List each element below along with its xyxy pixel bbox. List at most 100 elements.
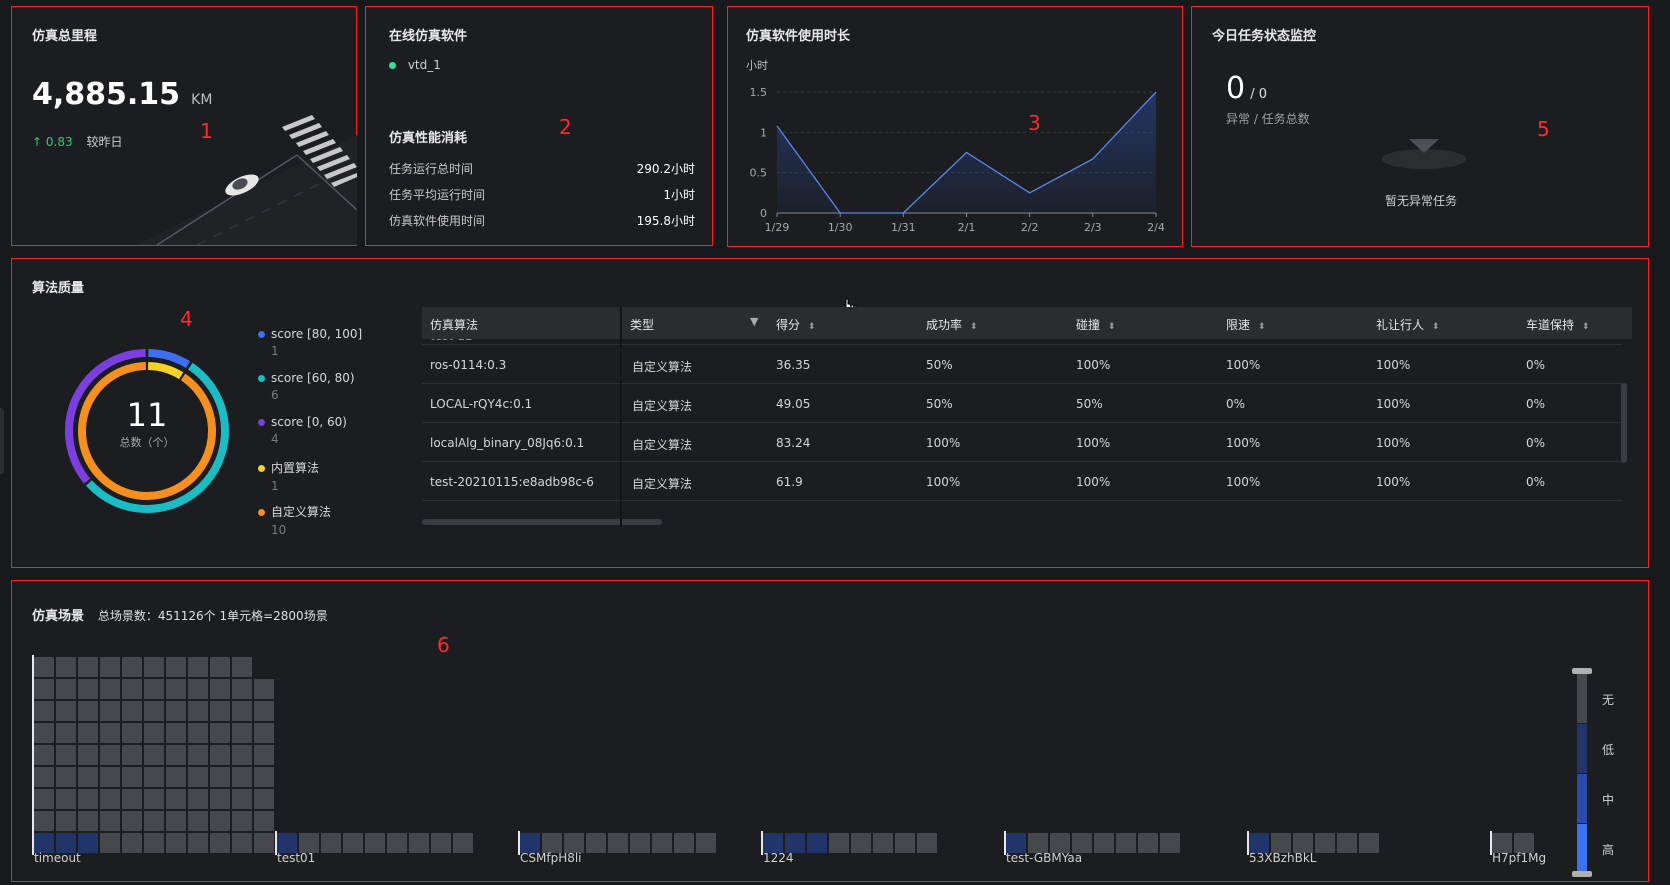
column-header-speed-limit[interactable]: 限速 ⬍ <box>1226 316 1265 333</box>
scene-cell[interactable] <box>166 811 186 831</box>
level-slider-handle-bottom[interactable] <box>1572 871 1592 877</box>
scene-cell[interactable] <box>34 789 54 809</box>
scene-cell[interactable] <box>343 833 363 853</box>
scene-cell[interactable] <box>122 701 142 721</box>
scene-cell[interactable] <box>166 745 186 765</box>
scene-cell[interactable] <box>1006 833 1026 853</box>
scene-cell[interactable] <box>1116 833 1136 853</box>
scene-cell[interactable] <box>100 767 120 787</box>
column-header-collision[interactable]: 碰撞 ⬍ <box>1076 316 1115 333</box>
scene-cell[interactable] <box>122 833 142 853</box>
sort-icon[interactable]: ⬍ <box>1432 322 1440 332</box>
scene-cell[interactable] <box>78 701 98 721</box>
scene-cell[interactable] <box>100 833 120 853</box>
scene-cell[interactable] <box>210 811 230 831</box>
scene-cell[interactable] <box>232 789 252 809</box>
scene-cell[interactable] <box>210 701 230 721</box>
scene-cell[interactable] <box>144 679 164 699</box>
column-header-algorithm[interactable]: 仿真算法 <box>430 316 478 333</box>
scene-cell[interactable] <box>34 745 54 765</box>
scene-cell[interactable] <box>431 833 451 853</box>
scene-cell[interactable] <box>232 723 252 743</box>
scene-cell[interactable] <box>56 701 76 721</box>
scene-cell[interactable] <box>254 811 274 831</box>
scene-cell[interactable] <box>210 767 230 787</box>
scene-cell[interactable] <box>210 745 230 765</box>
scene-cell[interactable] <box>254 745 274 765</box>
scene-cell[interactable] <box>1271 833 1291 853</box>
scene-cell[interactable] <box>166 833 186 853</box>
scene-cell[interactable] <box>78 657 98 677</box>
legend-item[interactable]: score [60, 80) 6 <box>258 371 362 415</box>
scene-cell[interactable] <box>78 767 98 787</box>
scene-cell[interactable] <box>1050 833 1070 853</box>
scene-cell[interactable] <box>1028 833 1048 853</box>
scene-cell[interactable] <box>78 679 98 699</box>
scene-cell[interactable] <box>122 745 142 765</box>
scene-cell[interactable] <box>166 723 186 743</box>
scene-cell[interactable] <box>1094 833 1114 853</box>
scene-cell[interactable] <box>873 833 893 853</box>
column-header-lane-keeping[interactable]: 车道保持 ⬍ <box>1526 316 1589 333</box>
scene-cell[interactable] <box>34 657 54 677</box>
scene-cell[interactable] <box>166 701 186 721</box>
scene-cell[interactable] <box>56 745 76 765</box>
scene-cell[interactable] <box>254 679 274 699</box>
scene-cell[interactable] <box>34 679 54 699</box>
scene-cell[interactable] <box>785 833 805 853</box>
scene-cell[interactable] <box>34 723 54 743</box>
scene-cell[interactable] <box>100 701 120 721</box>
scene-cell[interactable] <box>34 833 54 853</box>
scene-cell[interactable] <box>166 767 186 787</box>
scene-cell[interactable] <box>763 833 783 853</box>
sort-icon[interactable]: ⬍ <box>970 322 978 332</box>
scene-cell[interactable] <box>299 833 319 853</box>
scene-cell[interactable] <box>1492 833 1512 853</box>
scene-cell[interactable] <box>232 811 252 831</box>
scene-cell[interactable] <box>608 833 628 853</box>
column-header-success-rate[interactable]: 成功率 ⬍ <box>926 316 977 333</box>
scene-cell[interactable] <box>254 723 274 743</box>
scene-cell[interactable] <box>409 833 429 853</box>
scene-cell[interactable] <box>100 657 120 677</box>
vertical-scrollbar[interactable] <box>1621 383 1627 463</box>
scene-cell[interactable] <box>144 745 164 765</box>
scene-cell[interactable] <box>78 833 98 853</box>
scene-cell[interactable] <box>232 745 252 765</box>
sort-icon[interactable]: ⬍ <box>808 322 816 332</box>
scene-cell[interactable] <box>232 767 252 787</box>
scene-cell[interactable] <box>232 657 252 677</box>
scene-cell[interactable] <box>674 833 694 853</box>
scene-cell[interactable] <box>188 811 208 831</box>
scene-cell[interactable] <box>188 789 208 809</box>
scene-cell[interactable] <box>210 723 230 743</box>
scene-cell[interactable] <box>652 833 672 853</box>
scene-cell[interactable] <box>100 745 120 765</box>
scene-cell[interactable] <box>122 723 142 743</box>
scene-cell[interactable] <box>807 833 827 853</box>
scene-cell[interactable] <box>188 745 208 765</box>
scene-cell[interactable] <box>210 833 230 853</box>
scene-cell[interactable] <box>100 811 120 831</box>
scene-cell[interactable] <box>34 811 54 831</box>
scene-cell[interactable] <box>232 833 252 853</box>
scene-cell[interactable] <box>1138 833 1158 853</box>
side-tab[interactable] <box>0 408 4 474</box>
scene-cell[interactable] <box>277 833 297 853</box>
scene-cell[interactable] <box>166 789 186 809</box>
scene-cell[interactable] <box>210 657 230 677</box>
scene-cell[interactable] <box>100 789 120 809</box>
table-row[interactable]: LOCAL-rQY4c:0.1 自定义算法 49.05 50% 50% 0% 1… <box>422 384 1622 423</box>
scene-cell[interactable] <box>210 789 230 809</box>
column-header-score[interactable]: 得分 ⬍ <box>776 316 815 333</box>
scene-cell[interactable] <box>1160 833 1180 853</box>
scene-cell[interactable] <box>78 811 98 831</box>
scene-cell[interactable] <box>1514 833 1534 853</box>
legend-item[interactable]: score [80, 100] 1 <box>258 327 362 371</box>
scene-cell[interactable] <box>56 789 76 809</box>
scene-cell[interactable] <box>188 679 208 699</box>
scene-cell[interactable] <box>166 679 186 699</box>
scene-cell[interactable] <box>254 789 274 809</box>
scene-cell[interactable] <box>34 701 54 721</box>
filter-icon[interactable]: ▼ <box>750 315 758 328</box>
